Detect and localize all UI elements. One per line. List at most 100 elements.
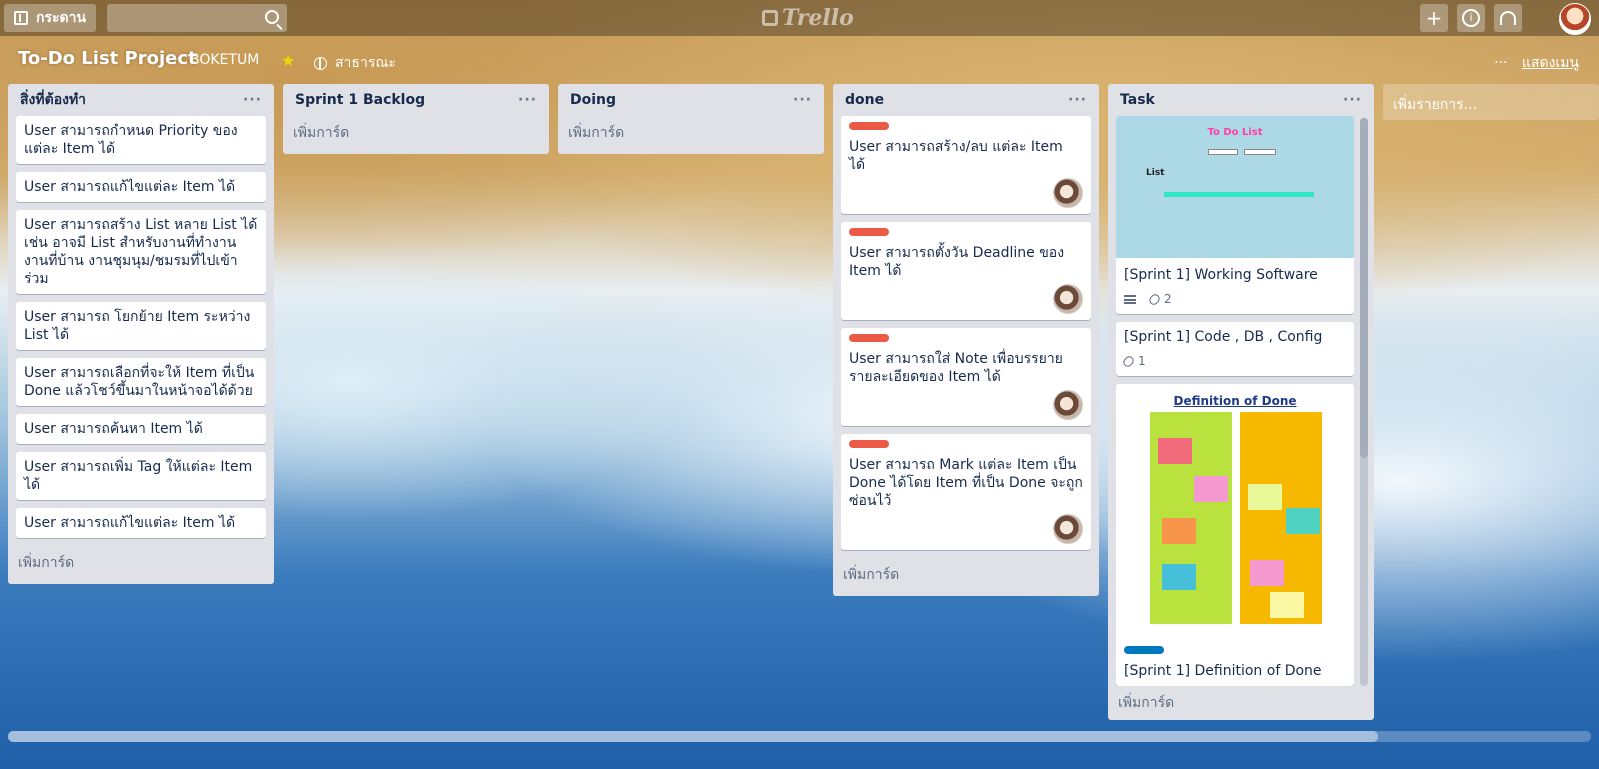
card[interactable]: User สามารถ Mark แต่ละ Item เป็น Done ได… [841,434,1091,550]
add-card-button[interactable]: เพิ่มการ์ด [1108,686,1374,720]
cover-sticky [1162,518,1196,544]
card-cover-image: Definition of Done [1116,384,1354,638]
cover-sticky [1194,476,1228,502]
list-header[interactable]: สิ่งที่ต้องทำ ··· [8,84,274,116]
card-label[interactable] [1124,646,1164,654]
list-task: Task ··· To Do List List [Sprint 1] Work… [1108,84,1374,720]
cover-table-header [1164,192,1314,197]
boards-button[interactable]: กระดาน [4,4,96,32]
card[interactable]: User สามารถแก้ไขแต่ละ Item ได้ [16,172,266,202]
globe-icon [314,56,327,70]
list-menu-button[interactable]: ··· [518,92,537,108]
avatar[interactable] [1559,3,1591,35]
card-title: [Sprint 1] Code , DB , Config [1124,329,1323,345]
card-label[interactable] [849,228,889,236]
card[interactable]: User สามารถแก้ไขแต่ละ Item ได้ [16,508,266,538]
trello-logo[interactable]: Trello [762,4,854,32]
member-avatar[interactable] [1053,284,1083,314]
card[interactable]: Definition of Done [Sprint 1] Definition… [1116,384,1354,686]
card-label[interactable] [849,122,889,130]
info-button[interactable]: i [1457,4,1485,32]
visibility-button[interactable]: สาธารณะ [314,52,396,74]
list-header[interactable]: done ··· [833,84,1099,116]
cover-sticky [1286,508,1320,534]
scrollbar-thumb[interactable] [1360,118,1368,458]
plus-icon: + [1425,6,1443,30]
search-icon[interactable] [265,10,279,24]
cover-sticky [1250,560,1284,586]
logo-text: Trello [782,5,854,31]
card-title: User สามารถตั้งวัน Deadline ของ Item ได้ [849,245,1065,279]
list-menu-button[interactable]: ··· [793,92,812,108]
scrollbar-thumb[interactable] [8,731,1378,742]
member-avatar[interactable] [1053,178,1083,208]
list-doing: Doing ··· เพิ่มการ์ด [558,84,824,154]
list-menu-button[interactable]: ··· [1068,92,1087,108]
board-title[interactable]: To-Do List Project [18,48,197,69]
member-avatar[interactable] [1053,514,1083,544]
team-name[interactable]: BOKETUM [190,52,259,68]
menu-dots: ··· [1494,55,1508,71]
star-icon[interactable]: ★ [281,51,295,70]
list-menu-button[interactable]: ··· [243,92,262,108]
list-header[interactable]: Task ··· [1108,84,1374,116]
info-icon: i [1462,9,1480,27]
attachment-icon [1121,353,1136,369]
card[interactable]: [Sprint 1] Code , DB , Config 1 [1116,322,1354,376]
board-scrollbar[interactable] [8,731,1591,742]
member-avatar[interactable] [1053,390,1083,420]
list-scrollbar[interactable] [1360,118,1368,686]
description-icon [1124,294,1136,304]
cover-field [1208,149,1238,155]
trello-logo-icon [762,10,778,26]
card[interactable]: User สามารถสร้าง List หลาย List ได้ เช่น… [16,210,266,294]
boards-label: กระดาน [35,10,87,26]
card[interactable]: To Do List List [Sprint 1] Working Softw… [1116,116,1354,314]
attachment-icon [1147,291,1162,307]
card-label[interactable] [849,440,889,448]
cover-sticky [1162,564,1196,590]
bell-icon [1500,11,1516,25]
card-badges: 1 [1121,352,1346,370]
list-title[interactable]: Sprint 1 Backlog [295,92,425,108]
notifications-button[interactable] [1494,4,1522,32]
cover-list-label: List [1146,168,1165,178]
add-card-button[interactable]: เพิ่มการ์ด [558,116,824,154]
card[interactable]: User สามารถตั้งวัน Deadline ของ Item ได้ [841,222,1091,320]
boards-icon [13,11,28,25]
card[interactable]: User สามารถเพิ่ม Tag ให้แต่ละ Item ได้ [16,452,266,500]
show-menu-button[interactable]: ··· แสดงเมนู [1494,52,1579,74]
add-card-button[interactable]: เพิ่มการ์ด [283,116,549,154]
list-title[interactable]: Doing [570,92,616,108]
card[interactable]: User สามารถสร้าง/ลบ แต่ละ Item ได้ [841,116,1091,214]
show-menu-label: แสดงเมนู [1521,55,1579,71]
card-title: User สามารถสร้าง/ลบ แต่ละ Item ได้ [849,139,1063,173]
list-header[interactable]: Doing ··· [558,84,824,116]
list-menu-button[interactable]: ··· [1343,92,1362,108]
list-sprint-backlog: Sprint 1 Backlog ··· เพิ่มการ์ด [283,84,549,154]
card-label[interactable] [849,334,889,342]
list-header[interactable]: Sprint 1 Backlog ··· [283,84,549,116]
add-list-button[interactable]: เพิ่มรายการ... [1383,84,1599,120]
visibility-label: สาธารณะ [335,55,396,71]
task-cards-scroll[interactable]: To Do List List [Sprint 1] Working Softw… [1108,116,1374,686]
attachment-badge: 1 [1121,352,1146,370]
list-done: done ··· User สามารถสร้าง/ลบ แต่ละ Item … [833,84,1099,596]
card[interactable]: User สามารถเลือกที่จะให้ Item ที่เป็น Do… [16,358,266,406]
card[interactable]: User สามารถกำหนด Priority ของแต่ละ Item … [16,116,266,164]
card-title: [Sprint 1] Definition of Done [1124,663,1322,679]
card[interactable]: User สามารถค้นหา Item ได้ [16,414,266,444]
add-card-button[interactable]: เพิ่มการ์ด [833,558,1099,596]
search-input[interactable] [107,4,287,32]
card-title: User สามารถใส่ Note เพื่อบรรยายรายละเอีย… [849,351,1063,385]
card[interactable]: User สามารถใส่ Note เพื่อบรรยายรายละเอีย… [841,328,1091,426]
card-title: User สามารถ Mark แต่ละ Item เป็น Done ได… [849,457,1083,509]
card-title: [Sprint 1] Working Software [1124,267,1318,283]
create-button[interactable]: + [1420,4,1448,32]
list-title[interactable]: done [845,92,884,108]
list-title[interactable]: Task [1120,92,1155,108]
add-card-button[interactable]: เพิ่มการ์ด [8,546,274,584]
cover-title: To Do List [1207,127,1263,138]
list-title[interactable]: สิ่งที่ต้องทำ [20,89,86,111]
card[interactable]: User สามารถ โยกย้าย Item ระหว่าง List ได… [16,302,266,350]
